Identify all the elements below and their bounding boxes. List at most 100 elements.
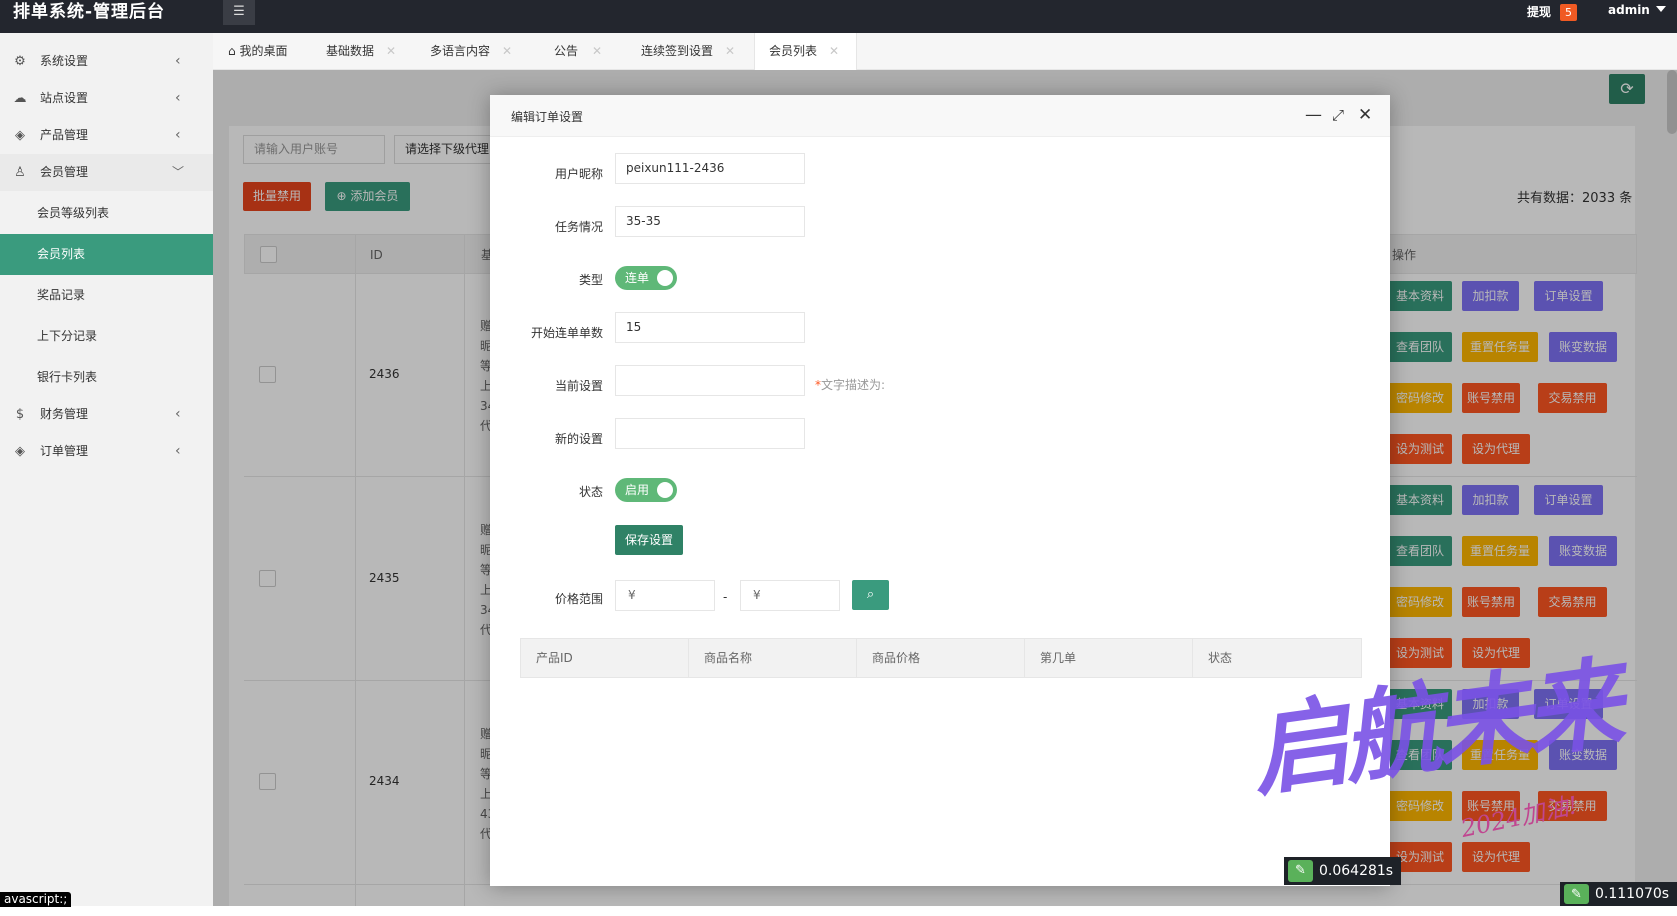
- type-toggle-label: 连单: [625, 271, 650, 285]
- sidebar-item-orders[interactable]: ◈ 订单管理 ‹: [0, 433, 213, 470]
- chevron-left-icon: ‹: [175, 90, 181, 106]
- username: admin: [1608, 3, 1650, 17]
- tab-member-list[interactable]: 会员列表 ✕: [754, 33, 857, 71]
- tab-label: 会员列表: [769, 44, 818, 58]
- tab-label: 基础数据: [326, 44, 375, 58]
- gear-icon: ⚙: [14, 54, 26, 69]
- user-icon: ♙: [14, 165, 26, 180]
- save-settings-button[interactable]: 保存设置: [615, 525, 683, 555]
- modal-title: 编辑订单设置: [511, 110, 584, 124]
- current-setting-field[interactable]: [615, 365, 805, 396]
- tab-desktop[interactable]: ⌂ 我的桌面: [228, 33, 287, 70]
- sidebar-sub-bank-cards[interactable]: 银行卡列表: [0, 357, 213, 398]
- tab-label: 多语言内容: [430, 44, 491, 58]
- site-icon: ☁: [13, 91, 27, 106]
- chevron-down-icon: ﹀: [172, 165, 185, 179]
- sidebar-item-member[interactable]: ♙ 会员管理 ﹀: [0, 154, 213, 191]
- sidebar-item-finance[interactable]: $ 财务管理 ‹: [0, 396, 213, 433]
- sidebar-sub-score-records[interactable]: 上下分记录: [0, 316, 213, 357]
- sidebar-item-product[interactable]: ◈ 产品管理 ‹: [0, 117, 213, 154]
- col-status: 状态: [1208, 651, 1233, 665]
- sidebar-item-label: 订单管理: [40, 444, 89, 458]
- col-order-number: 第几单: [1025, 639, 1193, 677]
- chevron-left-icon: ‹: [175, 443, 181, 459]
- type-toggle[interactable]: 连单: [615, 266, 677, 290]
- nickname-field[interactable]: peixun111-2436: [615, 153, 805, 184]
- sidebar-item-label: 财务管理: [40, 407, 89, 421]
- minimize-icon[interactable]: —: [1305, 103, 1322, 127]
- tab-label: 我的桌面: [239, 44, 288, 58]
- chevron-left-icon: ‹: [175, 53, 181, 69]
- toggle-knob: [657, 482, 673, 498]
- maximize-icon[interactable]: ⤢: [1332, 103, 1344, 127]
- new-setting-field[interactable]: [615, 418, 805, 449]
- chevron-left-icon: ‹: [175, 406, 181, 422]
- menu-toggle-icon[interactable]: ☰: [223, 0, 255, 25]
- price-min-input[interactable]: ¥: [615, 580, 715, 611]
- task-field[interactable]: 35-35: [615, 206, 805, 237]
- price-range-label: 价格范围: [554, 592, 603, 606]
- modal-header: 编辑订单设置 — ⤢ ✕: [490, 95, 1390, 137]
- top-bar: 排单系统-管理后台 ☰ 提现 5 admin: [0, 0, 1677, 33]
- sidebar-item-system[interactable]: ⚙ 系统设置 ‹: [0, 43, 213, 80]
- hint-text: 文字描述为:: [821, 378, 886, 392]
- sidebar-sub-member-level[interactable]: 会员等级列表: [0, 193, 213, 234]
- box-icon: ◈: [15, 444, 25, 459]
- box-icon: ◈: [15, 128, 25, 143]
- perf-value: 0.111070s: [1595, 886, 1670, 902]
- perf-value: 0.064281s: [1319, 863, 1394, 879]
- withdraw-count-badge: 5: [1560, 4, 1577, 21]
- caret-down-icon: [1655, 6, 1666, 12]
- close-icon[interactable]: ✕: [592, 44, 602, 58]
- tab-bar: ⌂ 我的桌面 基础数据 ✕ 多语言内容 ✕ 公告 ✕ 连续签到设置 ✕ 会员列表 ✕: [213, 33, 1677, 71]
- withdraw-link[interactable]: 提现: [1527, 3, 1551, 20]
- product-table-header: 产品ID 商品名称 商品价格 第几单 状态: [520, 638, 1362, 678]
- status-toggle[interactable]: 启用: [615, 478, 677, 502]
- sidebar-item-label: 系统设置: [40, 54, 89, 68]
- price-max-input[interactable]: ¥: [740, 580, 840, 611]
- dollar-icon: $: [15, 407, 25, 422]
- close-icon[interactable]: ✕: [386, 44, 396, 58]
- tab-label: 公告: [554, 44, 579, 58]
- search-icon: ⌕: [866, 587, 875, 602]
- toggle-knob: [657, 270, 673, 286]
- sidebar-item-label: 站点设置: [40, 91, 89, 105]
- sidebar-sub-member-list[interactable]: 会员列表: [0, 234, 213, 275]
- close-icon[interactable]: ✕: [725, 44, 735, 58]
- close-icon[interactable]: ✕: [829, 44, 839, 58]
- range-dash: -: [723, 590, 728, 604]
- close-icon[interactable]: ✕: [1358, 103, 1372, 127]
- status-label: 状态: [578, 485, 603, 499]
- perf-timer: ✎ 0.111070s: [1560, 882, 1677, 906]
- tab-basic-data[interactable]: 基础数据 ✕: [326, 33, 396, 70]
- new-setting-label: 新的设置: [554, 432, 603, 446]
- user-menu[interactable]: admin: [1608, 3, 1666, 17]
- leaf-icon: ✎: [1288, 860, 1313, 882]
- perf-timer: ✎ 0.064281s: [1284, 857, 1402, 885]
- sidebar-item-label: 产品管理: [40, 128, 89, 142]
- status-toggle-label: 启用: [625, 483, 650, 497]
- start-count-field[interactable]: 15: [615, 312, 805, 343]
- current-setting-label: 当前设置: [554, 379, 603, 393]
- col-product-id: 产品ID: [521, 639, 689, 677]
- tab-signin-settings[interactable]: 连续签到设置 ✕: [641, 33, 735, 70]
- close-icon[interactable]: ✕: [502, 44, 512, 58]
- col-product-price: 商品价格: [857, 639, 1025, 677]
- task-label: 任务情况: [554, 220, 603, 234]
- sidebar-sub-prize-records[interactable]: 奖品记录: [0, 275, 213, 316]
- col-product-name: 商品名称: [689, 639, 857, 677]
- search-button[interactable]: ⌕: [852, 580, 889, 610]
- chevron-left-icon: ‹: [175, 127, 181, 143]
- home-icon: ⌂: [228, 44, 240, 58]
- tab-notice[interactable]: 公告 ✕: [554, 33, 602, 70]
- type-label: 类型: [578, 273, 603, 287]
- sidebar: ⚙ 系统设置 ‹ ☁ 站点设置 ‹ ◈ 产品管理 ‹ ♙ 会员管理 ﹀ 会员等级列表 会员列表 …: [0, 33, 213, 906]
- sidebar-item-site[interactable]: ☁ 站点设置 ‹: [0, 80, 213, 117]
- description-hint: *文字描述为:: [815, 376, 885, 393]
- start-count-label: 开始连单单数: [530, 326, 603, 340]
- tab-multilang[interactable]: 多语言内容 ✕: [430, 33, 512, 70]
- tab-label: 连续签到设置: [641, 44, 714, 58]
- leaf-icon: ✎: [1564, 884, 1589, 904]
- sidebar-item-label: 会员管理: [40, 165, 89, 179]
- nickname-label: 用户昵称: [554, 167, 603, 181]
